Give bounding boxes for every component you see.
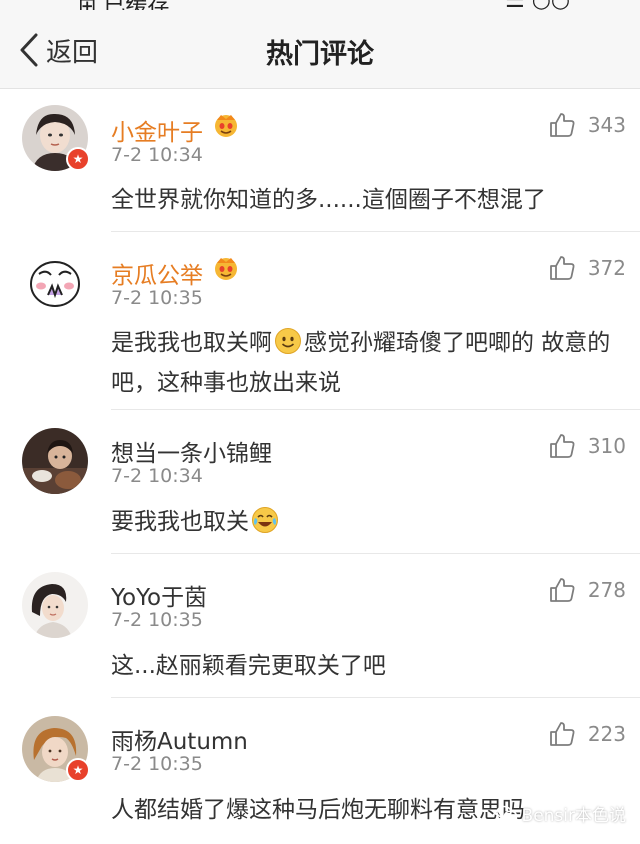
comment-text-segment: 全世界就你知道的多......這個圈子不想混了 <box>111 187 546 213</box>
comment-author[interactable]: 雨杨Autumn <box>111 722 248 756</box>
like-count: 278 <box>587 578 626 602</box>
comment-item: YoYo于茵 7-2 10:35 278 这...赵丽颖看完更取关了吧 <box>0 554 640 698</box>
wechat-logo-icon <box>495 805 522 823</box>
verified-badge-icon: ★ <box>66 758 90 782</box>
light-portrait-avatar <box>22 572 88 638</box>
comment-author[interactable]: 想当一条小锦鲤 <box>111 434 272 468</box>
thumbs-up-icon <box>548 254 588 282</box>
watermark: Bensir本色说 <box>495 801 626 826</box>
like-button[interactable]: 310 <box>548 432 626 460</box>
comment-text: 这...赵丽颖看完更取关了吧 <box>111 646 626 686</box>
like-count: 372 <box>587 256 626 280</box>
comment-item: 京瓜公举 7-2 10:35 372 是我我也取关啊 感觉孙耀琦傻了吧唧的 故意… <box>0 232 640 410</box>
status-bar: ⊞ 已缓存 ☰ ○○ <box>0 0 640 10</box>
like-button[interactable]: 223 <box>548 720 626 748</box>
comment-text: 全世界就你知道的多......這個圈子不想混了 <box>111 180 626 220</box>
smile-emoji-icon <box>274 327 302 355</box>
comment-time: 7-2 10:34 <box>111 465 203 487</box>
comment-text-segment: 是我我也取关啊 <box>111 330 272 356</box>
like-count: 310 <box>587 434 626 458</box>
thumbs-up-icon <box>548 720 588 748</box>
vip-crown-emoji-icon <box>212 255 240 281</box>
comment-time: 7-2 10:34 <box>111 144 203 166</box>
dark-photo-avatar <box>22 428 88 494</box>
navigation-bar: 返回 热门评论 <box>0 10 640 89</box>
cartoon-blush-avatar <box>22 248 88 314</box>
like-button[interactable]: 343 <box>548 111 626 139</box>
thumbs-up-icon <box>548 432 588 460</box>
vip-crown-emoji-icon <box>212 112 240 138</box>
status-fragment-left: ⊞ 已缓存 <box>78 0 169 10</box>
thumbs-up-icon <box>548 111 588 139</box>
comment-time: 7-2 10:35 <box>111 753 203 775</box>
watermark-text: Bensir本色说 <box>521 806 626 826</box>
comment-author[interactable]: 京瓜公举 <box>111 256 203 290</box>
avatar[interactable] <box>22 248 88 314</box>
verified-badge-icon: ★ <box>66 147 90 171</box>
comment-author[interactable]: YoYo于茵 <box>111 578 207 612</box>
comment-text: 要我我也取关 <box>111 502 626 542</box>
laugh-cry-emoji-icon <box>251 506 279 534</box>
comment-time: 7-2 10:35 <box>111 609 203 631</box>
like-count: 223 <box>587 722 626 746</box>
page-title: 热门评论 <box>266 39 374 70</box>
status-fragment-right: ☰ ○○ <box>505 0 570 10</box>
comment-item: 想当一条小锦鲤 7-2 10:34 310 要我我也取关 <box>0 410 640 554</box>
comment-text-segment: 要我我也取关 <box>111 509 249 535</box>
comment-text-segment: 这...赵丽颖看完更取关了吧 <box>111 653 386 679</box>
hot-comments-page: ⊞ 已缓存 ☰ ○○ 返回 热门评论 <box>0 0 640 844</box>
comment-item: ★ 小金叶子 7-2 10:34 343 全世界就你知道的多......這個圈子… <box>0 89 640 232</box>
avatar[interactable] <box>22 572 88 638</box>
comment-text-segment: 人都结婚了爆这种马后炮无聊料有意思吗 <box>111 797 525 823</box>
comment-author[interactable]: 小金叶子 <box>111 113 203 147</box>
like-count: 343 <box>587 113 626 137</box>
comment-text: 是我我也取关啊 感觉孙耀琦傻了吧唧的 故意的吧，这种事也放出来说 <box>111 323 626 403</box>
comment-time: 7-2 10:35 <box>111 287 203 309</box>
like-button[interactable]: 372 <box>548 254 626 282</box>
thumbs-up-icon <box>548 576 588 604</box>
avatar[interactable] <box>22 428 88 494</box>
like-button[interactable]: 278 <box>548 576 626 604</box>
